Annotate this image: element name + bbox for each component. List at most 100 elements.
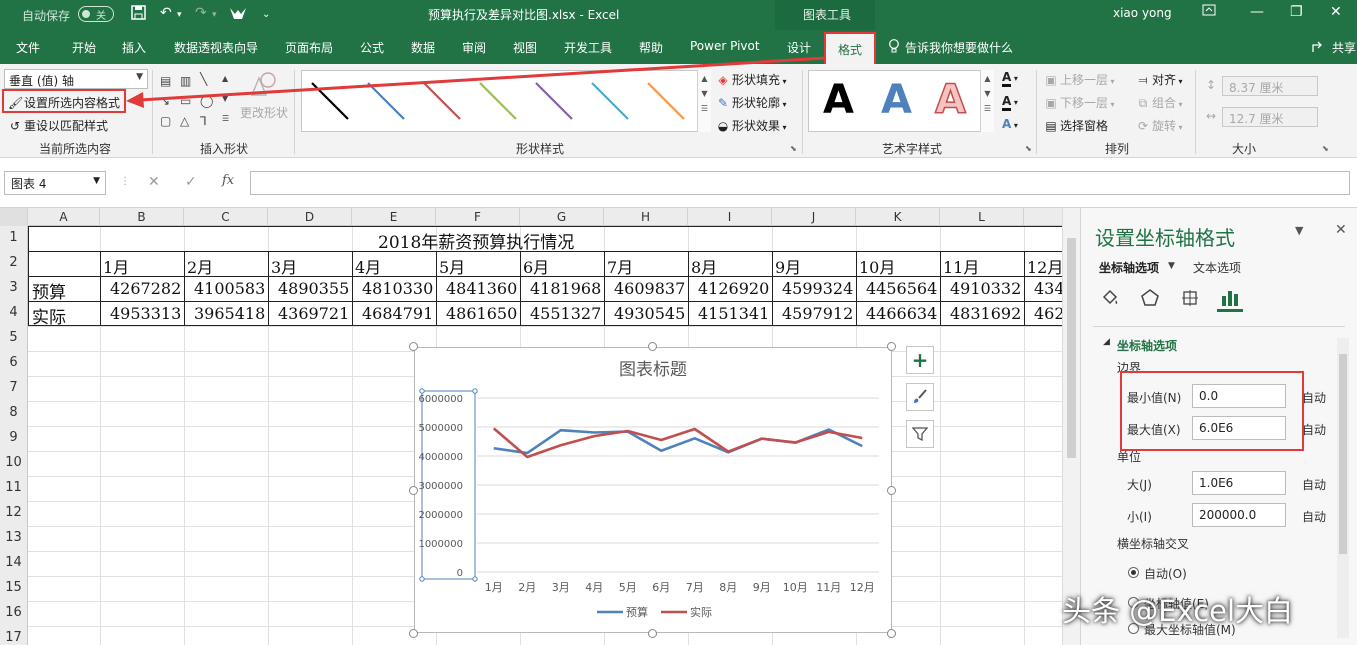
row-header[interactable]: 4 [0, 305, 27, 320]
restore-icon[interactable]: ❐ [1290, 4, 1303, 20]
width-input[interactable]: 12.7 厘米 [1222, 107, 1318, 127]
pane-options-icon[interactable]: ▼ [1295, 224, 1303, 237]
col-header[interactable]: L [940, 208, 1024, 226]
row-header[interactable]: 5 [0, 330, 27, 345]
dialog-launcher-icon[interactable]: ⬊ [1322, 144, 1329, 153]
month-cell[interactable]: 3月 [271, 254, 297, 278]
shape-style-swatch[interactable] [311, 82, 349, 120]
line-chart[interactable]: 图表标题 0 1000000 2000000 3000000 4000000 5000000… [414, 347, 892, 633]
chevron-down-icon[interactable]: ▼ [981, 89, 994, 98]
undo-icon[interactable]: ↶ [160, 5, 172, 21]
section-axis-options[interactable]: 坐标轴选项 [1117, 337, 1177, 354]
rectangle-shape-icon[interactable]: ▭ [180, 94, 191, 108]
styles-gallery-scroll[interactable]: ▲ ▼ ☰ [697, 70, 711, 132]
tab-developer[interactable]: 开发工具 [564, 39, 612, 56]
axis-selection-handle[interactable] [419, 388, 425, 394]
ribbon-display-icon[interactable] [1202, 4, 1216, 20]
tab-data[interactable]: 数据 [411, 39, 435, 56]
chevron-down-icon[interactable]: ▼ [1168, 261, 1175, 271]
budget-cell[interactable]: 4126920 [698, 279, 769, 298]
close-icon[interactable]: ✕ [1335, 222, 1347, 238]
shapes-scroll-down-icon[interactable]: ▼ [222, 94, 228, 103]
row-header[interactable]: 11 [0, 480, 27, 495]
size-properties-icon[interactable] [1177, 288, 1203, 312]
row-header[interactable]: 17 [0, 630, 27, 645]
autosave-toggle[interactable]: 关 [78, 6, 114, 22]
resize-handle[interactable] [409, 342, 418, 351]
tell-me-box[interactable]: 告诉我你想要做什么 [905, 39, 1013, 56]
chart-element-combo[interactable]: 垂直 (值) 轴 ▼ [4, 69, 148, 89]
row-header[interactable]: 14 [0, 555, 27, 570]
tab-insert[interactable]: 插入 [122, 39, 146, 56]
axis-selection-handle[interactable] [419, 576, 425, 582]
shape-style-swatch[interactable] [479, 82, 517, 120]
chart-filters-button[interactable] [906, 420, 934, 448]
month-cell[interactable]: 7月 [607, 254, 633, 278]
row-header[interactable]: 6 [0, 355, 27, 370]
resize-handle[interactable] [887, 629, 896, 638]
major-unit-input[interactable]: 1.0E6 [1192, 471, 1286, 495]
shape-style-swatch[interactable] [367, 82, 405, 120]
wordart-blue[interactable]: A [881, 77, 912, 123]
shapes-gallery[interactable]: ▤ ▥ ╲ ↘ ▭ ◯ ▢ △ ⅂ ▲ ▼ ☰ [158, 72, 234, 132]
budget-label-cell[interactable]: 预算 [32, 278, 66, 303]
month-cell[interactable]: 5月 [439, 254, 465, 278]
undo-dropdown-icon[interactable]: ▾ [177, 10, 182, 20]
actual-cell[interactable]: 3965418 [194, 304, 265, 323]
budget-cell[interactable]: 4456564 [866, 279, 937, 298]
tab-axis-options[interactable]: 坐标轴选项 [1099, 259, 1159, 276]
shape-style-swatches[interactable] [302, 71, 696, 131]
row-header[interactable]: 7 [0, 380, 27, 395]
actual-cell[interactable]: 462 [1034, 304, 1065, 323]
budget-cell[interactable]: 434 [1034, 279, 1065, 298]
legend-label[interactable]: 实际 [690, 605, 712, 619]
budget-cell[interactable]: 4599324 [782, 279, 853, 298]
gallery-more-icon[interactable]: ☰ [981, 104, 994, 113]
chart-canvas[interactable]: 图表标题 0 1000000 2000000 3000000 4000000 5000000… [415, 348, 891, 632]
wordart-gallery-scroll[interactable]: ▲ ▼ ☰ [980, 70, 994, 132]
effects-pentagon-icon[interactable] [1137, 288, 1163, 312]
wordart-red-outline[interactable]: A [934, 76, 966, 124]
wordart-black[interactable]: A [823, 77, 854, 123]
col-header-partial[interactable] [1024, 208, 1064, 226]
budget-cell[interactable]: 4910332 [950, 279, 1021, 298]
scroll-thumb[interactable] [1067, 238, 1076, 458]
row-header[interactable]: 12 [0, 505, 27, 520]
height-input[interactable]: 8.37 厘米 [1222, 76, 1318, 96]
triangle-shape-icon[interactable]: △ [180, 114, 189, 128]
col-header[interactable]: J [772, 208, 856, 226]
col-header[interactable]: E [352, 208, 436, 226]
tab-pivot-wizard[interactable]: 数据透视表向导 [174, 39, 258, 56]
tab-home[interactable]: 开始 [72, 39, 96, 56]
row-header[interactable]: 3 [0, 280, 27, 295]
name-box[interactable]: 图表 4 ▼ [4, 171, 106, 195]
tab-review[interactable]: 审阅 [462, 39, 486, 56]
month-cell[interactable]: 12月 [1027, 254, 1063, 278]
actual-cell[interactable]: 4953313 [110, 304, 181, 323]
chart-styles-button[interactable] [906, 383, 934, 411]
col-header[interactable]: I [688, 208, 772, 226]
axis-selection-handle[interactable] [472, 576, 478, 582]
budget-cell[interactable]: 4609837 [614, 279, 685, 298]
worksheet[interactable]: A B C D E F G H I J K L 1 2 3 4 5 6 7 8 … [0, 208, 1080, 645]
arrow-shape-icon[interactable]: ↘ [160, 94, 170, 108]
row-header[interactable]: 2 [0, 255, 27, 270]
row-header[interactable]: 16 [0, 605, 27, 620]
chevron-up-icon[interactable]: ▲ [698, 74, 711, 83]
actual-cell[interactable]: 4369721 [278, 304, 349, 323]
wordart-gallery[interactable]: A A A [808, 70, 993, 132]
vertical-textbox-icon[interactable]: ▥ [180, 74, 191, 88]
minor-unit-auto[interactable]: 自动 [1302, 508, 1326, 525]
minimize-icon[interactable]: — [1250, 4, 1264, 20]
shapes-more-icon[interactable]: ☰ [222, 114, 229, 123]
shape-style-swatch[interactable] [591, 82, 629, 120]
vertical-scrollbar[interactable] [1062, 208, 1080, 645]
share-button[interactable]: 共享 [1332, 39, 1356, 56]
month-cell[interactable]: 8月 [691, 254, 717, 278]
actual-cell[interactable]: 4551327 [530, 304, 601, 323]
actual-cell[interactable]: 4466634 [866, 304, 937, 323]
row-header[interactable]: 8 [0, 405, 27, 420]
shape-fill-button[interactable]: ◈ 形状填充 ▾ [716, 71, 786, 88]
radio-auto-label[interactable]: 自动(O) [1144, 565, 1187, 582]
reset-style-button[interactable]: ↺ 重设以匹配样式 [8, 117, 108, 134]
